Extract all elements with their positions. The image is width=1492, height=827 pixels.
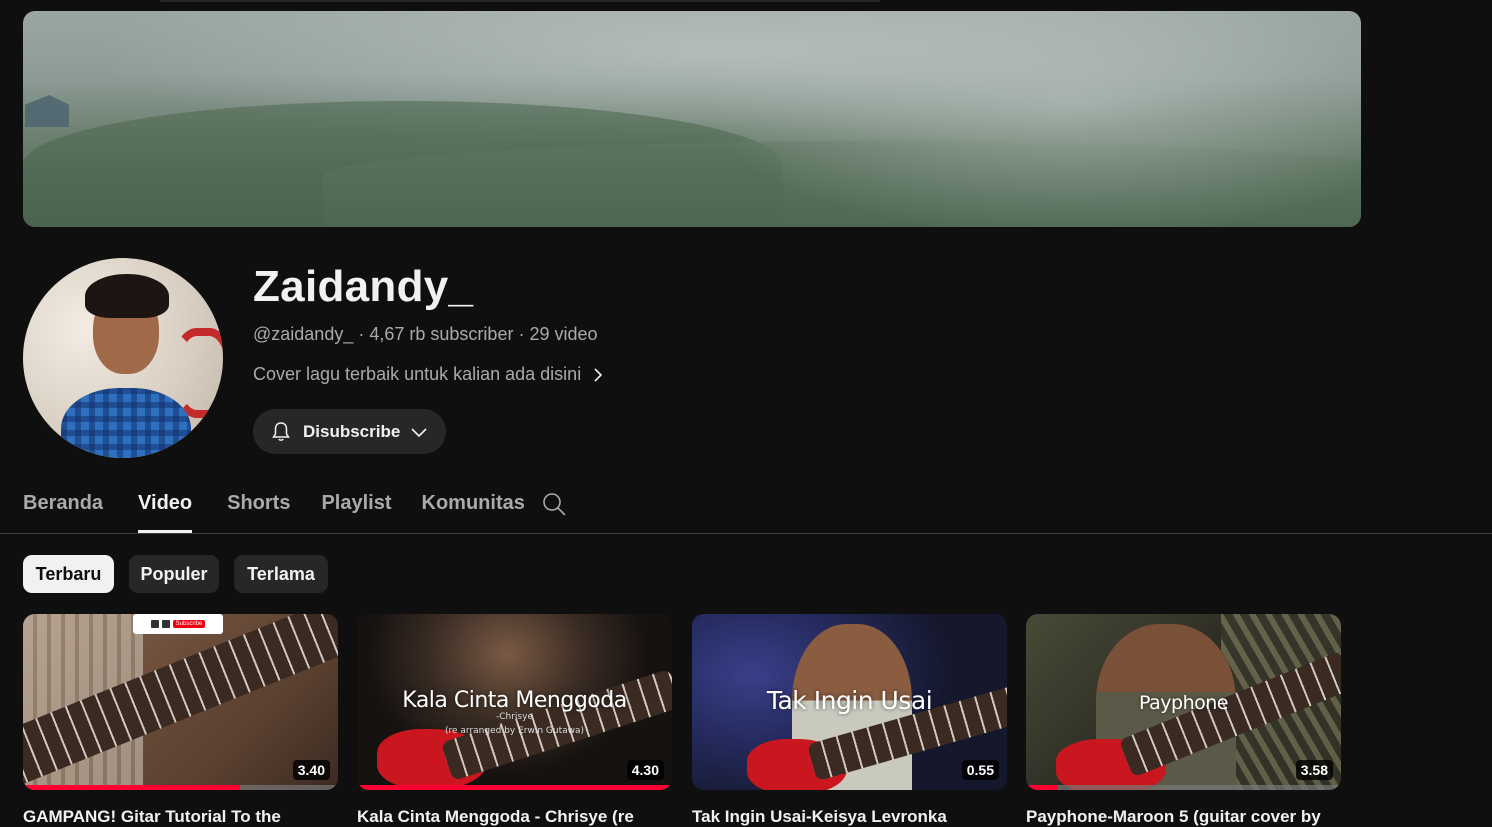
watch-progress (23, 785, 241, 790)
channel-banner (23, 11, 1361, 227)
chevron-down-icon (411, 427, 427, 437)
watch-progress-track (1026, 785, 1341, 790)
overlay-title: Kala Cinta Menggoda (402, 688, 627, 713)
video-thumbnail[interactable]: Payphone 3.58 (1026, 614, 1341, 790)
video-duration: 0.55 (961, 760, 999, 780)
channel-avatar[interactable] (23, 258, 223, 458)
video-count: 29 video (529, 324, 598, 344)
filter-chip-terlama[interactable]: Terlama (234, 555, 328, 593)
channel-description[interactable]: Cover lagu terbaik untuk kalian ada disi… (253, 364, 605, 385)
tab-video[interactable]: Video (138, 480, 193, 533)
channel-meta: @zaidandy_ · 4,67 rb subscriber · 29 vid… (253, 324, 598, 345)
filter-chip-terbaru[interactable]: Terbaru (23, 555, 114, 593)
video-card[interactable]: Kala Cinta Menggoda -Chrisye (re arrange… (357, 614, 672, 827)
meta-separator: · (358, 324, 365, 344)
video-card[interactable]: Subscribe 3.40 GAMPANG! Gitar Tutorial T… (23, 614, 338, 827)
video-card[interactable]: Tak Ingin Usai 0.55 Tak Ingin Usai-Keisy… (692, 614, 1007, 827)
overlay-title: Tak Ingin Usai (766, 686, 933, 715)
avatar-shirt (61, 388, 191, 458)
channel-description-text: Cover lagu terbaik untuk kalian ada disi… (253, 364, 582, 384)
tab-beranda[interactable]: Beranda (23, 480, 103, 533)
subscribe-button[interactable]: Disubscribe (253, 409, 446, 454)
banner-fog (23, 11, 1361, 227)
thumb-sticker: Subscribe (133, 614, 223, 634)
video-title[interactable]: Payphone-Maroon 5 (guitar cover by (1026, 807, 1341, 827)
video-thumbnail[interactable]: Subscribe 3.40 (23, 614, 338, 790)
channel-tabs: Beranda Video Shorts Playlist Komunitas (23, 480, 525, 533)
overlay-subtitle: -Chrisye (496, 712, 533, 722)
video-title[interactable]: Kala Cinta Menggoda - Chrisye (re (357, 807, 672, 827)
watch-progress (1026, 785, 1058, 790)
video-card[interactable]: Payphone 3.58 Payphone-Maroon 5 (guitar … (1026, 614, 1341, 827)
overlay-credit: (re arranged by Erwin Gutawa) (444, 726, 585, 736)
video-thumbnail[interactable]: Kala Cinta Menggoda -Chrisye (re arrange… (357, 614, 672, 790)
top-divider (160, 0, 880, 2)
video-title[interactable]: Tak Ingin Usai-Keisya Levronka (692, 807, 1007, 827)
video-duration: 3.40 (292, 760, 330, 780)
avatar-hair (85, 274, 169, 318)
video-thumbnail[interactable]: Tak Ingin Usai 0.55 (692, 614, 1007, 790)
bell-icon (272, 421, 290, 441)
overlay-title: Payphone (1139, 692, 1228, 714)
channel-handle: @zaidandy_ (253, 324, 354, 344)
video-duration: 4.30 (626, 760, 664, 780)
video-title[interactable]: GAMPANG! Gitar Tutorial To the (23, 807, 338, 827)
channel-name: Zaidandy_ (253, 262, 474, 311)
subscribe-label: Disubscribe (303, 421, 401, 441)
subscriber-count: 4,67 rb subscriber (369, 324, 514, 344)
tab-komunitas[interactable]: Komunitas (422, 480, 525, 533)
chevron-right-icon (594, 367, 603, 382)
tab-playlist[interactable]: Playlist (321, 480, 391, 533)
filter-chip-populer[interactable]: Populer (129, 555, 219, 593)
search-icon[interactable] (541, 491, 567, 517)
tab-shorts[interactable]: Shorts (227, 480, 290, 533)
watch-progress (357, 785, 672, 790)
sticker-subscribe-label: Subscribe (172, 620, 206, 628)
video-duration: 3.58 (1295, 760, 1333, 780)
tabs-divider (0, 533, 1492, 534)
meta-separator: · (518, 324, 525, 344)
